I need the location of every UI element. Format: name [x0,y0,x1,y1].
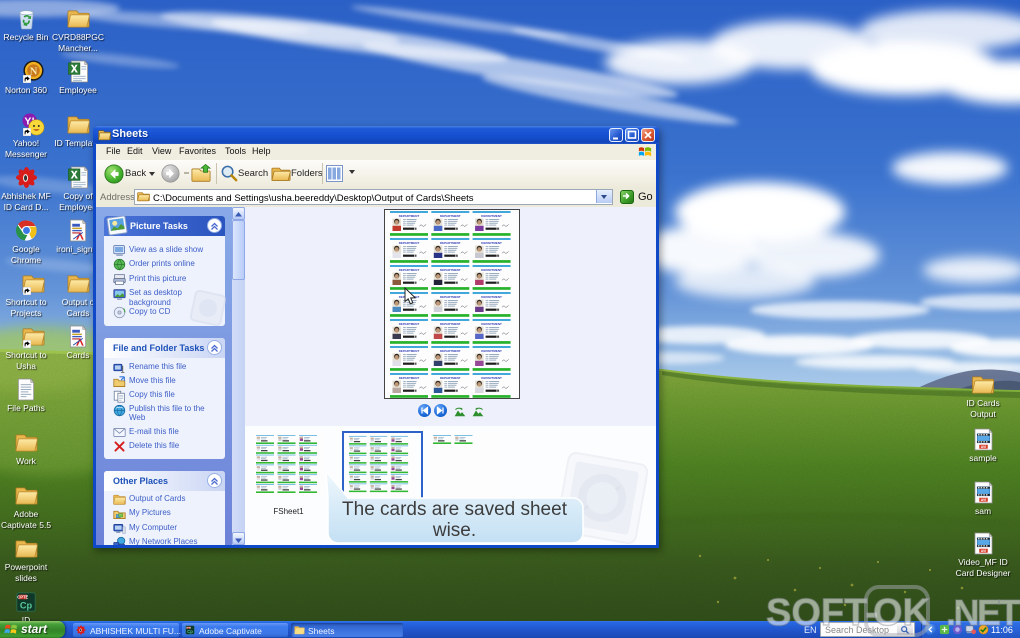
svg-text:DEPARTMENT: DEPARTMENT [399,241,420,245]
svg-text:DEPARTMENT: DEPARTMENT [440,295,461,299]
svg-text:DEPARTMENT: DEPARTMENT [481,295,502,299]
svg-text:DEPARTMENT: DEPARTMENT [399,322,420,326]
svg-text:DEPARTMENT: DEPARTMENT [399,349,420,353]
svg-text:DEPARTMENT: DEPARTMENT [481,241,502,245]
svg-text:SOFT-: SOFT- [766,592,878,634]
svg-text:DEPARTMENT: DEPARTMENT [440,241,461,245]
svg-text:DEPARTMENT: DEPARTMENT [481,268,502,272]
svg-text:DEPARTMENT: DEPARTMENT [399,376,420,380]
svg-text:DEPARTMENT: DEPARTMENT [399,268,420,272]
svg-text:DEPARTMENT: DEPARTMENT [440,322,461,326]
svg-text:DEPARTMENT: DEPARTMENT [399,214,420,218]
svg-text:DEPARTMENT: DEPARTMENT [440,214,461,218]
svg-text:DEPARTMENT: DEPARTMENT [481,376,502,380]
svg-text:DEPARTMENT: DEPARTMENT [481,349,502,353]
svg-text:.NET: .NET [946,592,1020,633]
svg-text:DEPARTMENT: DEPARTMENT [440,376,461,380]
svg-text:DEPARTMENT: DEPARTMENT [440,349,461,353]
svg-text:OK: OK [873,592,931,634]
svg-text:DEPARTMENT: DEPARTMENT [440,268,461,272]
svg-text:DEPARTMENT: DEPARTMENT [481,214,502,218]
svg-text:DEPARTMENT: DEPARTMENT [481,322,502,326]
